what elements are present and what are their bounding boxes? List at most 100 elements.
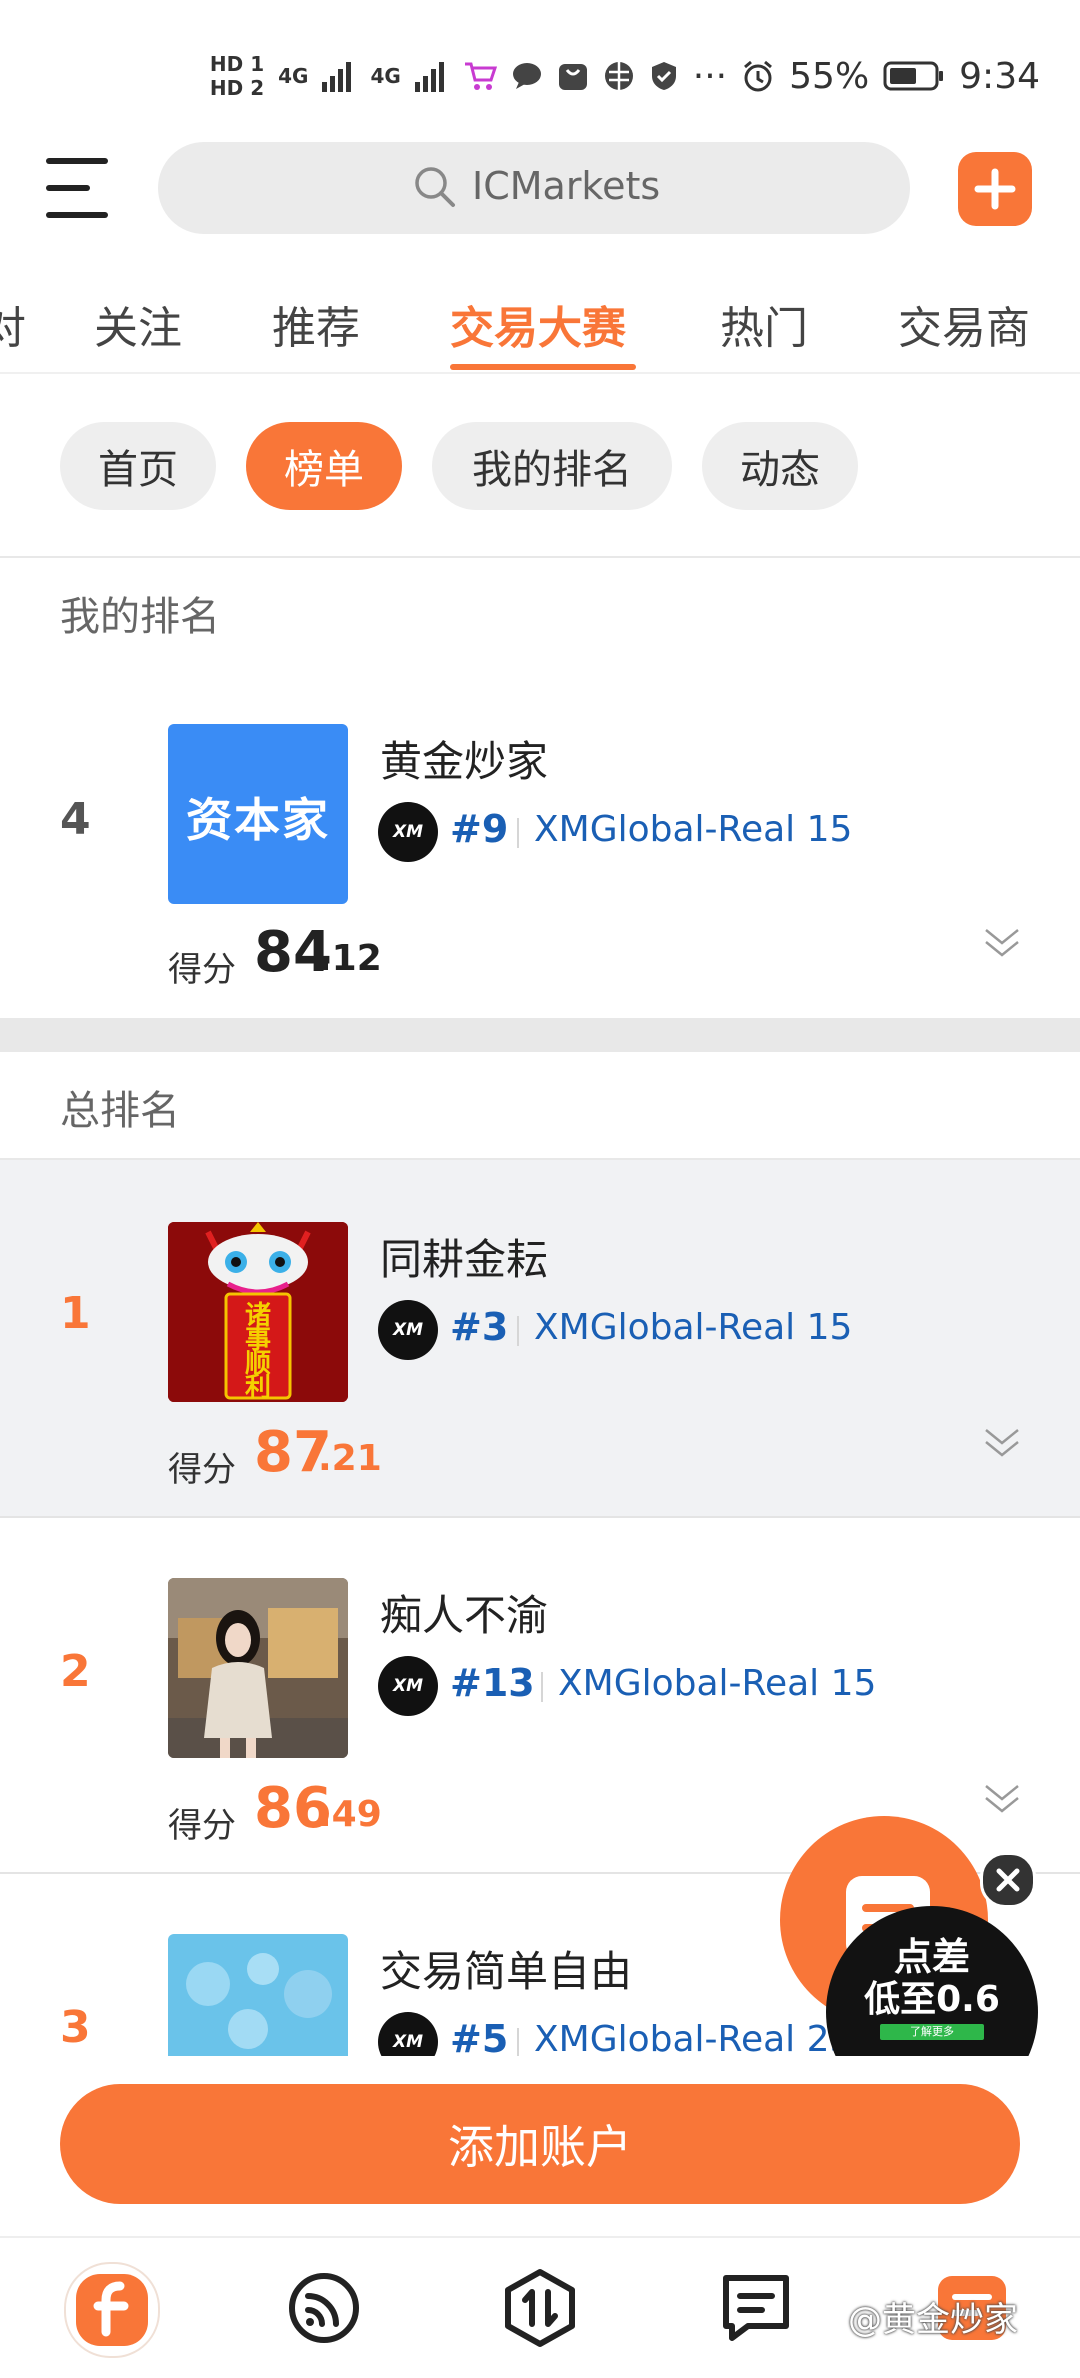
add-button[interactable] [958, 152, 1032, 226]
score-decimal: .49 [318, 1794, 382, 1835]
signal-icon [322, 62, 352, 92]
score-label: 得分 [168, 950, 236, 990]
tab-hot[interactable]: 热门 [720, 292, 808, 356]
add-account-button[interactable]: 添加账户 [60, 2084, 1020, 2204]
section-title: 我的排名 [60, 594, 220, 640]
chevron-down-icon[interactable] [982, 1422, 1022, 1462]
divider [517, 818, 519, 848]
menu-line [46, 158, 108, 164]
chevron-down-icon[interactable] [982, 922, 1022, 962]
nav-feed[interactable] [282, 2266, 366, 2350]
ad-cta-text: 了解更多 [910, 2025, 954, 2038]
search-icon [415, 167, 455, 207]
browser-icon [604, 62, 633, 90]
clock: 9:34 [959, 55, 1040, 97]
chevron-down-icon[interactable] [982, 1778, 1022, 1818]
tab-follow[interactable]: 关注 [94, 292, 182, 356]
xm-logo-icon: XM [378, 2012, 438, 2056]
server-link[interactable]: XMGlobal-Real 25 [534, 2019, 852, 2056]
bottom-nav: @黄金炒家 [0, 2236, 1080, 2378]
avatar[interactable]: 资本家 [168, 724, 348, 904]
bag-icon [558, 64, 587, 90]
logo-text: XM [392, 1676, 424, 1696]
nav-trade[interactable] [498, 2266, 582, 2350]
my-rank-row[interactable]: 4 资本家 黄金炒家 XM #9 XMGlobal-Real 15 得分 84 … [0, 664, 1080, 1018]
leaderboard-row[interactable]: 2 痴人不渝 XM #13 XMGlobal-Real 15 得分 86 .49 [0, 1518, 1080, 1872]
watermark-text: @黄金炒家 [848, 2300, 1018, 2340]
trader-name: 交易简单自由 [380, 1947, 633, 1996]
bokeh-image [168, 1934, 348, 2056]
avatar[interactable] [168, 1934, 348, 2056]
avatar-text: 诸事顺利 [244, 1301, 271, 1402]
logo-text: XM [392, 2032, 424, 2052]
xm-logo-icon: XM [378, 1300, 438, 1360]
server-link[interactable]: XMGlobal-Real 15 [534, 809, 852, 850]
app-logo-icon [76, 2274, 148, 2346]
menu-button[interactable] [46, 158, 110, 218]
tab-partial[interactable]: 对 [0, 292, 26, 356]
menu-line [46, 212, 108, 218]
section-gap [0, 1018, 1080, 1050]
signal-icon-2 [414, 62, 444, 92]
sim-indicators: HD 1 HD 2 [210, 54, 264, 98]
status-icons: HD 1 HD 2 4G 4G ··· 55% 9:34 [210, 54, 1040, 98]
my-rank-header: 我的排名 [0, 556, 1080, 666]
score-decimal: .12 [318, 938, 382, 979]
server-link[interactable]: XMGlobal-Real 15 [558, 1663, 876, 1704]
message-icon [723, 2275, 789, 2341]
broker-rank: #9 [450, 807, 509, 851]
pill-home[interactable]: 首页 [60, 422, 216, 510]
tab-trading-contest[interactable]: 交易大赛 [450, 292, 626, 356]
battery-icon [883, 61, 944, 91]
broker-rank: #5 [450, 2017, 509, 2056]
tab-recommend[interactable]: 推荐 [272, 292, 360, 356]
alarm-icon [744, 60, 773, 92]
server-link[interactable]: XMGlobal-Real 15 [534, 1307, 852, 1348]
menu-line [46, 185, 90, 191]
sim1-label: HD 1 [209, 52, 265, 76]
battery-percent: 55% [789, 55, 870, 97]
pill-my-rank[interactable]: 我的排名 [432, 422, 672, 510]
shopping-cart-icon [464, 62, 497, 90]
rank-number: 1 [60, 1288, 91, 1339]
section-title: 总排名 [60, 1088, 180, 1134]
chat-bubble-icon [512, 63, 541, 89]
broker-rank: #3 [450, 1305, 509, 1349]
active-tab-indicator [450, 364, 636, 370]
ad-line-2: 低至0.6 [864, 1979, 1000, 2020]
logo-text: XM [392, 822, 424, 842]
tab-brokers[interactable]: 交易商 [898, 292, 1030, 356]
ad-cta-bar[interactable]: 了解更多 [880, 2024, 984, 2040]
feed-icon [289, 2273, 359, 2343]
pill-activity[interactable]: 动态 [702, 422, 858, 510]
trader-name: 痴人不渝 [380, 1591, 549, 1640]
plus-icon [974, 168, 1016, 210]
overall-rank-header: 总排名 [0, 1050, 1080, 1160]
pill-leaderboard[interactable]: 榜单 [246, 422, 402, 510]
status-bar: HD 1 HD 2 4G 4G ··· 55% 9:34 [0, 0, 1080, 140]
trader-name: 同耕金耘 [380, 1235, 549, 1284]
leaderboard-row[interactable]: 1 诸事顺利 同耕金耘 XM #3 XMGlobal-Real 15 得分 87… [0, 1160, 1080, 1516]
divider [517, 1316, 519, 1346]
avatar[interactable]: 诸事顺利 [168, 1222, 348, 1402]
ad-close-button[interactable] [980, 1852, 1036, 1908]
avatar-text: 资本家 [186, 793, 330, 847]
broker-rank: #13 [450, 1661, 535, 1705]
sim2-label: HD 2 [209, 76, 265, 100]
portrait-photo [168, 1578, 348, 1758]
nav-messages[interactable] [714, 2266, 798, 2350]
divider [541, 1672, 543, 1702]
score-decimal: .21 [318, 1438, 382, 1479]
avatar[interactable] [168, 1578, 348, 1758]
more-indicator: ··· [692, 55, 728, 97]
score-label: 得分 [168, 1806, 236, 1846]
rank-number: 3 [60, 2002, 91, 2053]
logo-text: XM [392, 1320, 424, 1340]
search-bar[interactable]: ICMarkets [158, 142, 910, 234]
rank-number: 2 [60, 1646, 91, 1697]
xm-logo-icon: XM [378, 802, 438, 862]
nav-home[interactable] [64, 2262, 160, 2358]
score-label: 得分 [168, 1450, 236, 1490]
close-icon [996, 1868, 1020, 1892]
trade-icon [505, 2269, 575, 2347]
